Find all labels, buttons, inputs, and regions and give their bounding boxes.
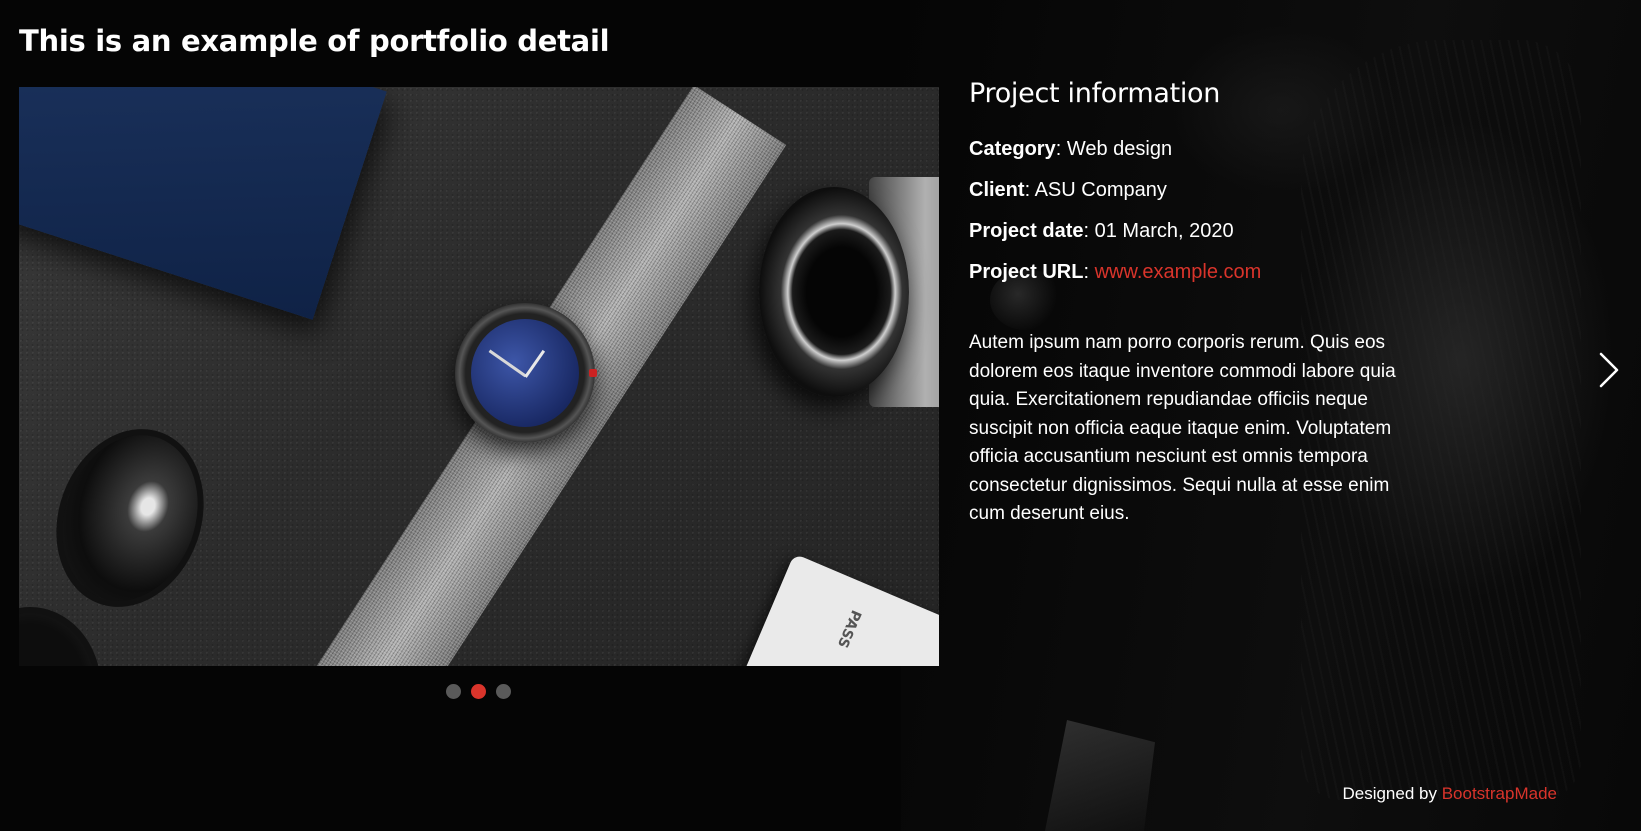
footer-credit: Designed by BootstrapMade [1342, 784, 1557, 804]
designed-by-text: Designed by [1342, 784, 1442, 803]
chevron-right-icon [1599, 352, 1619, 388]
project-date-label: Project date [969, 220, 1084, 242]
portfolio-detail-page: This is an example of portfolio detail P… [0, 0, 1641, 831]
carousel-pagination [446, 684, 511, 699]
page-title: This is an example of portfolio detail [19, 24, 610, 58]
category-row: Category: Web design [969, 138, 1173, 160]
carousel-dot-2[interactable] [471, 684, 486, 699]
project-info-list: Category: Web design Client: ASU Company… [969, 137, 1429, 284]
client-row: Client: ASU Company [969, 179, 1167, 201]
project-url-label: Project URL [969, 261, 1084, 283]
project-url-row: Project URL: www.example.com [969, 261, 1262, 283]
project-info-panel: Project information Category: Web design… [969, 78, 1429, 529]
client-value: ASU Company [1034, 179, 1167, 201]
category-value: Web design [1066, 138, 1173, 160]
portfolio-image-carousel[interactable]: PASS [19, 87, 939, 666]
project-date-row: Project date: 01 March, 2020 [969, 220, 1234, 242]
carousel-slide-image: PASS [19, 87, 939, 666]
project-date-value: 01 March, 2020 [1094, 220, 1234, 242]
client-label: Client [969, 179, 1025, 201]
category-label: Category [969, 138, 1056, 160]
project-description: Autem ipsum nam porro corporis rerum. Qu… [969, 332, 1396, 524]
next-slide-button[interactable] [1593, 350, 1623, 390]
boarding-pass-text: PASS [833, 607, 864, 651]
carousel-dot-3[interactable] [496, 684, 511, 699]
project-url-link[interactable]: www.example.com [1095, 261, 1262, 283]
project-info-heading: Project information [969, 78, 1221, 109]
bootstrapmade-link[interactable]: BootstrapMade [1442, 784, 1557, 803]
camera-lens-shape [759, 187, 909, 397]
carousel-dot-1[interactable] [446, 684, 461, 699]
